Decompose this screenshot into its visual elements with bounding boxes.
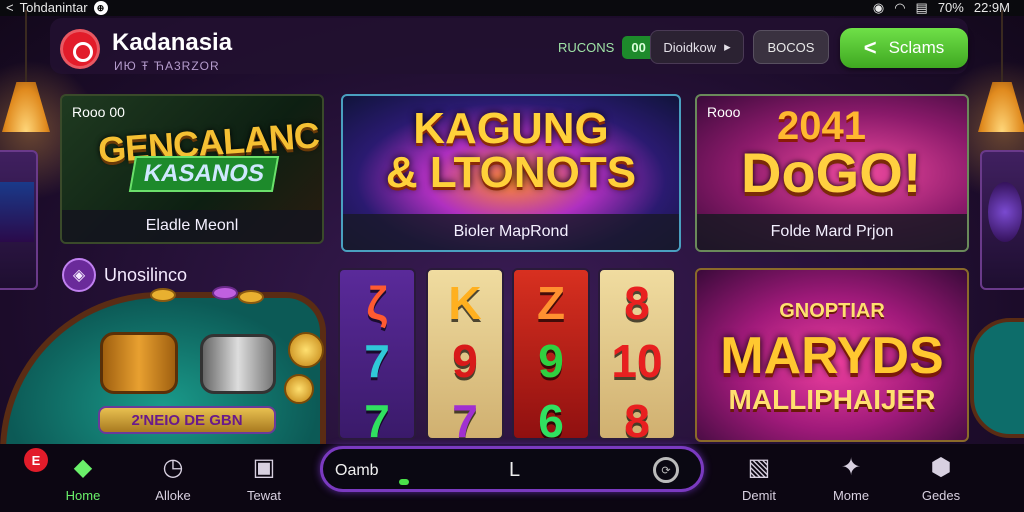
star-icon: ✦ [840, 453, 862, 481]
arrow-icon: ▸ [724, 39, 731, 54]
slot-reels[interactable]: ζ 7 7 K 9 7 Z 9 6 8 10 8 [336, 268, 684, 440]
nav-label: Gedes [921, 488, 961, 503]
game-art-subtitle: DoGO! [741, 141, 922, 204]
reel-symbol: K [448, 277, 482, 329]
game-art-title: MARYDS [720, 327, 944, 385]
promo-button[interactable]: Dioidkow ▸ [650, 30, 744, 64]
signal-icon: ▤ [915, 0, 928, 15]
chip-stack [238, 290, 264, 304]
status-dot [399, 479, 409, 485]
reel-symbol: 6 [538, 395, 564, 440]
reel-symbol: 10 [611, 335, 663, 387]
coin-icon [284, 374, 314, 404]
status-app-name: Tohdanintar [19, 0, 88, 15]
notification-icon: ⊕ [93, 1, 108, 15]
coin-icon [288, 332, 324, 368]
game-card-3[interactable]: Rooo 2041 DoGO! Folde Mard Prjon [695, 94, 969, 252]
player-mid-glyph: L [509, 459, 521, 481]
reel-symbol: 9 [538, 335, 564, 387]
reel-symbol: 7 [452, 395, 478, 440]
chip-stack [150, 288, 176, 302]
lamp-icon [0, 10, 54, 132]
refresh-icon[interactable]: ⟳ [653, 457, 679, 483]
app-screen: < Tohdanintar ⊕ ◉ ◠ ▤ 70% 22:9M Kadanasi… [0, 0, 1024, 512]
brand-tagline: ИЮ Ŧ ЋA3RZOR [114, 59, 220, 73]
card-tag: Rooo 00 [72, 104, 125, 120]
game-card-5[interactable]: GNOPTIAR MARYDS MALLIPHAIJER [695, 268, 969, 442]
chip-stack [212, 286, 238, 300]
nav-demit[interactable]: ▧ Demit [724, 450, 794, 508]
nav-gedes[interactable]: ⬢ Gedes [906, 450, 976, 508]
nav-mome[interactable]: ✦ Mome [816, 450, 886, 508]
badge-icon: ⬢ [930, 453, 952, 481]
reel-2: K 9 7 [426, 268, 504, 440]
lamp-icon [974, 10, 1024, 132]
top-header: Kadanasia ИЮ Ŧ ЋA3RZOR RUCONS 00 Dioidko… [50, 18, 968, 74]
game-card-2[interactable]: KAGUNG & LTONOTS Bioler MapRond [341, 94, 681, 252]
notification-badge[interactable]: E [24, 448, 48, 472]
nav-label: Demit [742, 488, 776, 503]
reel-symbol: 8 [624, 277, 650, 329]
reel-symbol: 8 [624, 395, 650, 440]
slot-machine-decor [980, 150, 1024, 290]
card-icon: ▧ [747, 453, 771, 481]
nav-tewat[interactable]: ▣ Tewat [229, 450, 299, 508]
game-art-subtitle: MALLIPHAIJER [728, 384, 936, 415]
claim-button[interactable]: < Sclams [840, 28, 968, 68]
back-icon: < [6, 0, 14, 15]
status-bar: < Tohdanintar ⊕ ◉ ◠ ▤ 70% 22:9M [0, 0, 1024, 16]
logo-icon[interactable] [60, 29, 100, 69]
mini-player-bar[interactable]: Oamb L ⟳ [320, 446, 704, 492]
bonus2-label: BOCOS [767, 39, 815, 55]
card-caption: Bioler MapRond [343, 214, 679, 250]
poker-game-label[interactable]: 2'NEIO DE GBN [98, 406, 276, 434]
home-gem-icon: ◆ [73, 453, 93, 481]
reel-3: Z 9 6 [512, 268, 590, 440]
bonus-label: RUCONS [558, 39, 615, 55]
cannon-icon [100, 332, 178, 394]
back-arrow-icon: < [863, 35, 877, 60]
promo-label: Dioidkow [663, 39, 717, 55]
reel-symbol: 7 [364, 335, 390, 387]
card-caption: Eladle Meonl [62, 210, 322, 242]
nav-alloke[interactable]: ◷ Alloke [138, 450, 208, 508]
player-text: Oamb [335, 462, 379, 479]
reel-1: ζ 7 7 [338, 268, 416, 440]
reel-symbol: ζ [366, 277, 388, 329]
reel-symbol: 7 [364, 395, 390, 440]
game-art-title: KAGUNG [413, 104, 609, 153]
card-tag: Rooo [707, 104, 741, 120]
status-time: 22:9M [973, 0, 1010, 15]
section-header: ◈ Unosilinco [62, 258, 187, 292]
bonus-counter[interactable]: RUCONS 00 [550, 30, 663, 64]
nav-label: Tewat [247, 488, 281, 503]
category-icon: ◈ [62, 258, 96, 292]
reel-symbol: 9 [452, 335, 478, 387]
section-title: Unosilinco [104, 264, 188, 285]
brand-name: Kadanasia [112, 29, 233, 56]
cannon-icon [200, 334, 276, 394]
reel-symbol: Z [536, 277, 566, 329]
game-art-kicker: GNOPTIAR [779, 300, 885, 322]
table-decor [970, 318, 1024, 438]
battery-level: 70% [937, 0, 964, 15]
slot-machine-decor [0, 150, 38, 290]
chart-icon: ▣ [252, 453, 276, 481]
reel-4: 8 10 8 [598, 268, 676, 440]
bonus-button[interactable]: BOCOS [753, 30, 829, 64]
wifi-icon: ◠ [894, 0, 906, 15]
card-caption: Folde Mard Prjon [697, 214, 967, 250]
game-art-subtitle: KASANOS [128, 156, 280, 192]
game-art-subtitle: & LTONOTS [385, 148, 637, 197]
clock-icon: ◷ [162, 453, 184, 481]
game-card-1[interactable]: Rooo 00 GENCALANC KASANOS Eladle Meonl [60, 94, 324, 244]
nav-label: Home [65, 488, 101, 503]
claim-label: Sclams [888, 38, 945, 57]
location-icon: ◉ [872, 0, 885, 15]
nav-label: Mome [832, 488, 870, 503]
nav-label: Alloke [155, 488, 191, 503]
nav-home[interactable]: ◆ Home [48, 450, 118, 508]
